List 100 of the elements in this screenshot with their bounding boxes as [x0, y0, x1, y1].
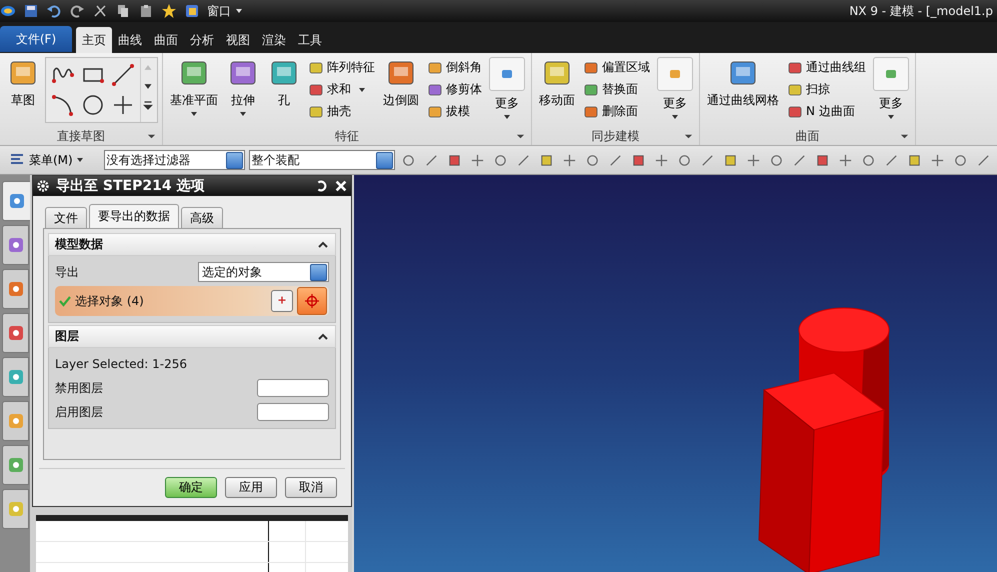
ribbon-small-button[interactable]: 通过曲线组 [785, 57, 868, 78]
ribbon-small-button[interactable]: N 边曲面 [785, 101, 868, 122]
toolbar-icon[interactable] [447, 152, 462, 168]
caret-icon [887, 113, 895, 121]
ribbon-tab[interactable]: 分析 [184, 27, 220, 53]
save-icon[interactable] [23, 3, 39, 19]
resource-tab[interactable] [2, 225, 29, 265]
assembly-scope-dropdown[interactable]: 整个装配 [248, 150, 395, 170]
ribbon-small-button[interactable]: 阵列特征 [306, 57, 377, 78]
ribbon-small-button[interactable]: 偏置区域 [581, 57, 652, 78]
dialog-tab[interactable]: 文件 [45, 207, 87, 228]
ribbon-button[interactable]: 孔 [265, 55, 303, 111]
ribbon-small-button[interactable]: 抽壳 [306, 101, 377, 122]
resource-tab[interactable] [2, 357, 29, 397]
toolbar-icon[interactable] [585, 152, 600, 168]
toolbar-icon[interactable] [746, 152, 761, 168]
add-selection-button[interactable] [271, 290, 293, 312]
circle-icon[interactable] [81, 93, 105, 117]
ribbon-button[interactable]: 草图 [4, 55, 42, 111]
toolbar-icon[interactable] [700, 152, 715, 168]
undo-icon[interactable] [46, 3, 62, 19]
group-options-icon[interactable] [900, 132, 909, 141]
toolbar-icon[interactable] [401, 152, 416, 168]
window-menu[interactable]: 窗口 [207, 2, 243, 20]
dialog-button[interactable]: 确定 [165, 477, 217, 498]
ribbon-tab[interactable]: 渲染 [256, 27, 292, 53]
toolbar-icon[interactable] [470, 152, 485, 168]
redo-icon[interactable] [69, 3, 85, 19]
layer-input-field[interactable] [257, 403, 329, 421]
close-icon[interactable] [334, 179, 348, 193]
copy-icon[interactable] [115, 3, 131, 19]
toolbar-icon[interactable] [516, 152, 531, 168]
toolbar-icon[interactable] [838, 152, 853, 168]
toolbar-icon[interactable] [493, 152, 508, 168]
group-options-icon[interactable] [147, 132, 156, 141]
ribbon-button[interactable]: 移动面 [536, 55, 578, 111]
toolbar-icon[interactable] [723, 152, 738, 168]
section-header[interactable]: 图层 [48, 325, 336, 348]
resource-tab[interactable] [2, 313, 29, 353]
resource-tab[interactable] [2, 489, 29, 529]
file-menu-button[interactable]: 文件(F) [0, 26, 72, 52]
line-icon[interactable] [111, 63, 135, 87]
ribbon-small-button[interactable]: 删除面 [581, 101, 652, 122]
export-dropdown[interactable]: 选定的对象 [198, 262, 329, 282]
toolbar-icon[interactable] [861, 152, 876, 168]
arc-icon[interactable] [51, 93, 75, 117]
menu-button[interactable]: 菜单(M) [4, 150, 90, 170]
resource-tab[interactable] [2, 445, 29, 485]
ribbon-tab[interactable]: 曲面 [148, 27, 184, 53]
toolbar-icon[interactable] [654, 152, 669, 168]
ribbon-small-button[interactable]: 求和 [306, 79, 377, 100]
crosshair-button[interactable] [297, 287, 327, 315]
toolbar-icon[interactable] [792, 152, 807, 168]
ribbon-small-button[interactable]: 倒斜角 [425, 57, 484, 78]
ribbon-small-button[interactable]: 替换面 [581, 79, 652, 100]
section-header[interactable]: 模型数据 [48, 233, 336, 256]
toolbar-icon[interactable] [631, 152, 646, 168]
ribbon-tab[interactable]: 视图 [220, 27, 256, 53]
toolbar-icon[interactable] [424, 152, 439, 168]
toolbar-icon[interactable] [953, 152, 968, 168]
resource-tab[interactable] [2, 269, 29, 309]
dialog-tab[interactable]: 要导出的数据 [89, 204, 179, 228]
ribbon-small-button[interactable]: 拔模 [425, 101, 484, 122]
resource-tab[interactable] [2, 181, 31, 221]
toolbar-icon[interactable] [976, 152, 991, 168]
selection-filter-dropdown[interactable]: 没有选择过滤器 [104, 150, 245, 170]
ribbon-tab[interactable]: 主页 [76, 27, 112, 53]
toolbar-icon[interactable] [930, 152, 945, 168]
ribbon-tab[interactable]: 工具 [292, 27, 328, 53]
ribbon-small-button[interactable]: 修剪体 [425, 79, 484, 100]
ribbon-button[interactable]: 拉伸 [224, 55, 262, 120]
select-object-row[interactable]: 选择对象 (4) [55, 286, 329, 316]
ribbon-tab[interactable]: 曲线 [112, 27, 148, 53]
group-options-icon[interactable] [684, 132, 693, 141]
ribbon-button[interactable]: 边倒圆 [380, 55, 422, 111]
toolbar-icon[interactable] [884, 152, 899, 168]
star-icon[interactable] [161, 3, 177, 19]
layer-input-field[interactable] [257, 379, 329, 397]
settings-icon[interactable] [36, 179, 50, 193]
tool-icon [427, 104, 443, 120]
ribbon-button[interactable]: 基准平面 [167, 55, 221, 120]
toolbar-icon[interactable] [677, 152, 692, 168]
resource-tab[interactable] [2, 401, 29, 441]
dialog-tab[interactable]: 高级 [181, 207, 223, 228]
field-label: 禁用图层 [55, 380, 103, 396]
group-options-icon[interactable] [516, 132, 525, 141]
dialog-button[interactable]: 应用 [225, 477, 277, 498]
more-button[interactable]: 更多 [871, 55, 911, 123]
paste-icon[interactable] [138, 3, 154, 19]
toolbar-icon[interactable] [539, 152, 554, 168]
dialog-button[interactable]: 取消 [285, 477, 337, 498]
ribbon-button[interactable]: 通过曲线网格 [704, 55, 782, 111]
toolbar-icon[interactable] [562, 152, 577, 168]
toolbar-icon[interactable] [815, 152, 830, 168]
toolbar-icon[interactable] [608, 152, 623, 168]
more-button[interactable]: 更多 [487, 55, 527, 123]
more-button[interactable]: 更多 [655, 55, 695, 123]
ribbon-small-button[interactable]: 扫掠 [785, 79, 868, 100]
toolbar-icon[interactable] [769, 152, 784, 168]
toolbar-icon[interactable] [907, 152, 922, 168]
